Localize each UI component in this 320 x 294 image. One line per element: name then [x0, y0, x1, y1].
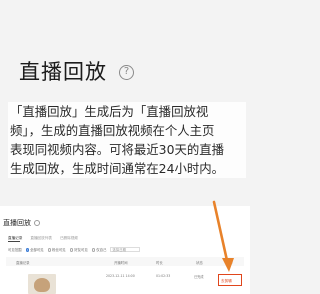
column-header: 操作	[226, 261, 233, 265]
column-header: 状态	[196, 261, 203, 265]
help-icon[interactable]: ?	[119, 64, 134, 80]
filter-option-self[interactable]: 仅自己	[91, 247, 106, 252]
panel-title: 直播回放	[3, 219, 31, 227]
radio-icon	[25, 248, 30, 252]
panel-title-row: 直播回放	[3, 218, 40, 228]
tab-deleted-videos[interactable]: 已删除视频	[60, 236, 78, 241]
page-title-row: 直播回放 ?	[19, 58, 134, 86]
intro-section	[0, 0, 250, 110]
filter-label: 可见范围	[8, 248, 22, 252]
radio-icon	[47, 248, 52, 252]
filter-option-fans[interactable]: 粉丝可见	[47, 247, 66, 252]
column-header: 直播记录	[16, 261, 30, 265]
column-header: 时长	[156, 261, 163, 265]
generate-replay-link[interactable]: 去剪辑	[221, 279, 232, 284]
active-tab-indicator	[8, 241, 20, 242]
status: 已完成	[194, 275, 204, 279]
description-line: 生成回放，生成时间通常在24小时内。	[10, 161, 225, 176]
filter-option-all[interactable]: 全部可见	[25, 247, 44, 252]
date-input[interactable]: 选择日期	[110, 247, 141, 252]
visibility-filter: 可见范围 全部可见 粉丝可见 好友可见 仅自己 选择日期	[8, 247, 141, 252]
filter-option-friends[interactable]: 好友可见	[69, 247, 88, 252]
tab-replay-list[interactable]: 直播回放列表	[30, 236, 52, 241]
page-title: 直播回放	[19, 60, 107, 84]
description-line: 表现同视频内容。可将最近30天的直播	[10, 142, 225, 157]
description-line: 「直播回放」生成后为「直播回放视	[10, 104, 209, 119]
table-row: 2023-12-11 14:00 01:02:33 已完成	[6, 266, 244, 294]
highlighted-action: 去剪辑	[218, 274, 242, 286]
table-header: 直播记录 开播时间 时长 状态 操作	[6, 257, 244, 266]
replay-panel: 直播回放 直播记录 直播回放列表 已删除视频 可见范围 全部可见 粉丝可见 好友…	[0, 206, 250, 294]
cat-image	[34, 278, 50, 292]
radio-icon	[69, 248, 74, 252]
description-block: 「直播回放」生成后为「直播回放视 频」，生成的直播回放视频在个人主页 表现同视频…	[8, 102, 246, 178]
replay-table: 直播记录 开播时间 时长 状态 操作 2023-12-11 14:00 01:0…	[6, 257, 244, 294]
duration: 01:02:33	[156, 274, 171, 278]
start-time: 2023-12-11 14:00	[106, 274, 135, 278]
column-header: 开播时间	[114, 261, 128, 265]
video-thumbnail[interactable]	[28, 274, 56, 294]
description-line: 频」，生成的直播回放视频在个人主页	[10, 123, 215, 138]
radio-icon	[91, 248, 96, 252]
panel-help-icon[interactable]	[34, 220, 40, 226]
